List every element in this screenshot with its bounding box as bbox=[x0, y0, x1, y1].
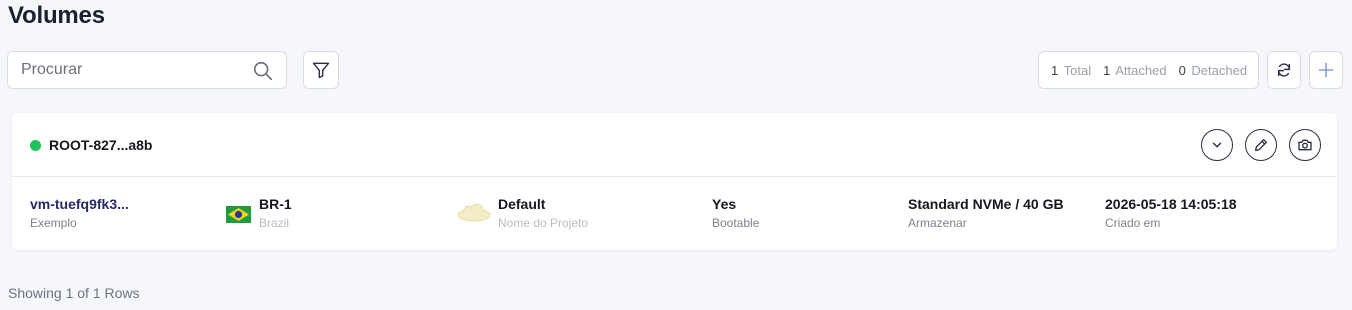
stat-total: 1 Total bbox=[1051, 62, 1092, 78]
edit-button[interactable] bbox=[1245, 129, 1277, 161]
refresh-button[interactable] bbox=[1267, 51, 1301, 89]
search-box[interactable] bbox=[7, 51, 287, 89]
add-volume-button[interactable] bbox=[1309, 51, 1343, 89]
pagination-summary: Showing 1 of 1 Rows bbox=[8, 285, 140, 301]
vm-label: Exemplo bbox=[30, 216, 77, 230]
cloud-icon bbox=[457, 203, 491, 222]
camera-icon bbox=[1298, 139, 1312, 151]
created-value: 2026-05-18 14:05:18 bbox=[1105, 196, 1237, 212]
created-column: 2026-05-18 14:05:18 Criado em bbox=[1105, 196, 1237, 230]
project-column: Default Nome do Projeto bbox=[498, 196, 588, 230]
project-value: Default bbox=[498, 196, 546, 212]
plus-icon bbox=[1318, 62, 1334, 78]
region-value: BR-1 bbox=[259, 196, 292, 212]
vm-name-link[interactable]: vm-tuefq9fk3... bbox=[30, 196, 129, 212]
stat-detached: 0 Detached bbox=[1178, 62, 1248, 78]
filter-icon bbox=[312, 62, 330, 79]
brazil-flag-icon bbox=[226, 206, 251, 223]
volume-card: ROOT-827...a8b vm-tuefq9fk3... Exemplo B… bbox=[12, 113, 1337, 250]
search-input[interactable] bbox=[21, 61, 241, 79]
bootable-label: Bootable bbox=[712, 216, 760, 230]
volume-stats: 1 Total 1 Attached 0 Detached bbox=[1038, 51, 1259, 89]
chevron-down-icon bbox=[1212, 142, 1222, 148]
bootable-column: Yes Bootable bbox=[712, 196, 759, 230]
created-label: Criado em bbox=[1105, 216, 1161, 230]
stat-attached: 1 Attached bbox=[1103, 62, 1167, 78]
filter-button[interactable] bbox=[303, 51, 339, 89]
storage-column: Standard NVMe / 40 GB Armazenar bbox=[908, 196, 1064, 230]
status-indicator bbox=[30, 140, 41, 151]
search-icon[interactable] bbox=[252, 60, 274, 82]
storage-value: Standard NVMe / 40 GB bbox=[908, 196, 1064, 212]
region-column: BR-1 Brazil bbox=[259, 196, 292, 230]
expand-button[interactable] bbox=[1201, 129, 1233, 161]
pencil-icon bbox=[1255, 139, 1267, 151]
refresh-icon bbox=[1277, 63, 1291, 77]
storage-label: Armazenar bbox=[908, 216, 967, 230]
volume-name[interactable]: ROOT-827...a8b bbox=[49, 137, 152, 153]
page-title: Volumes bbox=[8, 2, 105, 29]
vm-column: vm-tuefq9fk3... Exemplo bbox=[30, 196, 129, 230]
volume-card-header: ROOT-827...a8b bbox=[12, 113, 1337, 177]
bootable-value: Yes bbox=[712, 196, 737, 212]
snapshot-button[interactable] bbox=[1289, 129, 1321, 161]
project-label: Nome do Projeto bbox=[498, 216, 589, 230]
region-label: Brazil bbox=[259, 216, 290, 230]
